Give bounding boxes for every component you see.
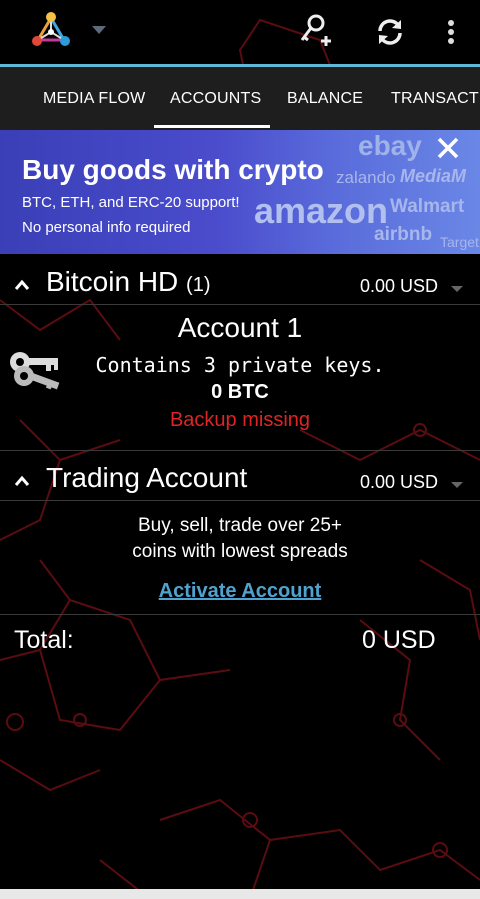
section-title: Trading Account	[46, 462, 248, 493]
brand-logo: amazon	[254, 190, 389, 231]
refresh-icon[interactable]	[374, 16, 406, 48]
collapse-icon[interactable]	[14, 279, 30, 291]
divider	[0, 450, 480, 451]
section-header-trading[interactable]: Trading Account	[46, 462, 247, 494]
section-title: Bitcoin HD	[46, 266, 179, 297]
banner-subtitle: BTC, ETH, and ERC-20 support!	[22, 194, 240, 211]
tab-accounts[interactable]: ACCOUNTS	[170, 67, 261, 130]
activate-account-link-wrap: Activate Account	[0, 580, 480, 603]
brand-logo: zalando	[336, 168, 396, 187]
tab-balance[interactable]: BALANCE	[287, 67, 363, 130]
section-amount: 0.00 USD	[360, 276, 439, 296]
trading-description-line2: coins with lowest spreads	[132, 541, 348, 562]
caret-down-icon[interactable]	[451, 286, 463, 292]
caret-down-icon[interactable]	[92, 26, 106, 34]
account-name: Account 1	[177, 312, 303, 343]
brand-logo: Target	[440, 234, 479, 250]
total-value: 0 USD	[362, 626, 436, 654]
brand-logo: ebay	[358, 130, 422, 161]
system-nav-strip	[0, 889, 480, 899]
banner-note: No personal info required	[22, 219, 191, 236]
tab-media-flow[interactable]: MEDIA FLOW	[43, 67, 145, 130]
caret-down-icon[interactable]	[451, 482, 463, 488]
divider	[0, 614, 480, 615]
close-icon[interactable]	[434, 134, 462, 162]
add-key-icon[interactable]	[298, 14, 334, 50]
private-keys-text: Contains 3 private keys.	[95, 353, 385, 377]
divider	[0, 500, 480, 501]
brand-logo: airbnb	[374, 224, 433, 245]
promo-banner[interactable]: ebay zalando MediaM amazon Walmart airbn…	[0, 130, 480, 254]
collapse-icon[interactable]	[14, 475, 30, 487]
section-header-bitcoin-hd[interactable]: Bitcoin HD (1)	[46, 266, 211, 298]
total-label: Total:	[14, 626, 74, 654]
tab-transactions[interactable]: TRANSACTIONS	[391, 67, 480, 130]
more-vert-icon[interactable]	[445, 18, 457, 48]
account-count: (1)	[186, 274, 211, 296]
brand-logo: MediaM	[400, 166, 467, 186]
tab-selected-indicator	[154, 125, 270, 128]
brand-logo: Walmart	[390, 196, 465, 217]
tab-bar: MEDIA FLOW ACCOUNTS BALANCE TRANSACTIONS	[0, 67, 480, 130]
trading-description-line1: Buy, sell, trade over 25+	[137, 515, 342, 536]
account-balance: 0 BTC	[211, 381, 269, 403]
backup-warning: Backup missing	[169, 409, 311, 431]
section-amount: 0.00 USD	[360, 472, 439, 492]
banner-title: Buy goods with crypto	[22, 154, 324, 185]
mycelium-hex-logo-icon[interactable]	[28, 10, 74, 52]
activate-account-link[interactable]: Activate Account	[159, 580, 322, 602]
divider	[0, 304, 480, 305]
app-bar	[0, 0, 480, 64]
